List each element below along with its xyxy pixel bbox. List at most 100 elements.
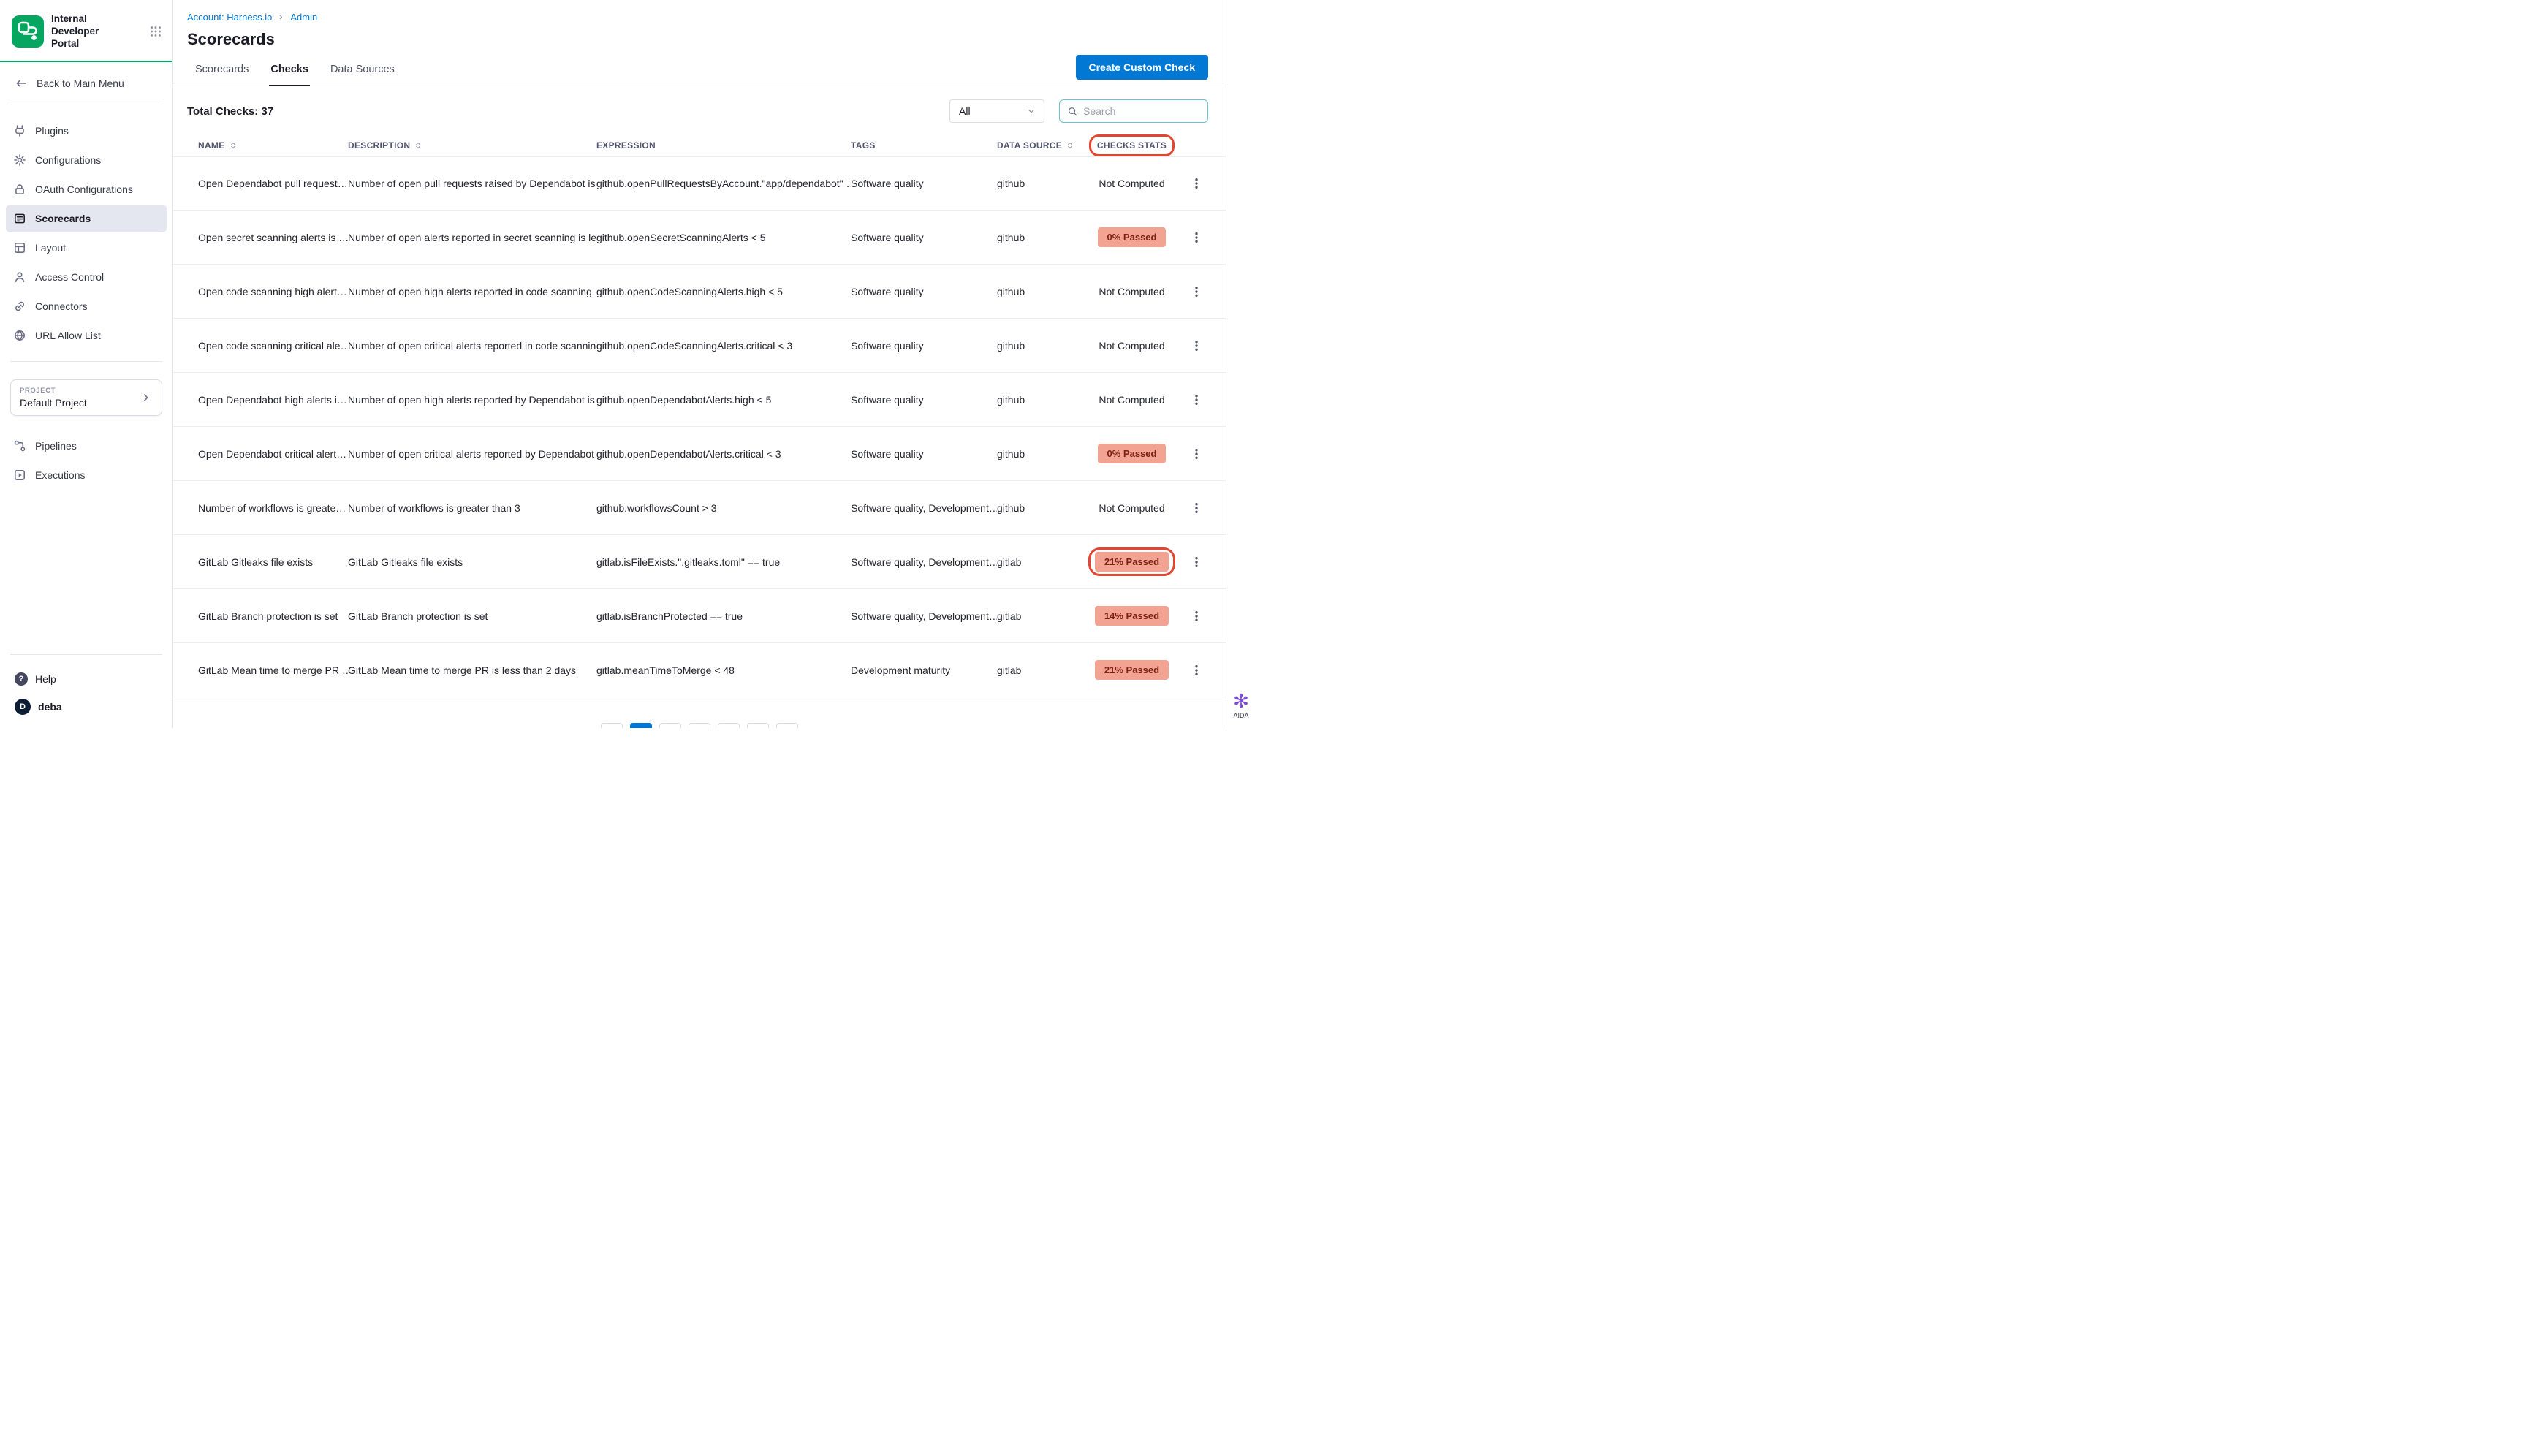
project-label: PROJECT bbox=[20, 387, 87, 395]
sort-icon[interactable] bbox=[229, 141, 238, 150]
check-description: Number of open high alerts reported in c… bbox=[348, 286, 596, 297]
divider bbox=[10, 654, 162, 655]
table-row[interactable]: Number of workflows is greate… Number of… bbox=[173, 481, 1226, 535]
aida-button[interactable]: ✻ AIDA bbox=[1225, 691, 1257, 719]
check-name: GitLab Mean time to merge PR … bbox=[198, 664, 348, 676]
kebab-menu-icon[interactable] bbox=[1187, 390, 1206, 409]
kebab-menu-icon[interactable] bbox=[1187, 661, 1206, 680]
column-header-data-source[interactable]: DATA SOURCE bbox=[997, 140, 1082, 151]
kebab-menu-icon[interactable] bbox=[1187, 607, 1206, 626]
table-row[interactable]: Open Dependabot high alerts i… Number of… bbox=[173, 373, 1226, 427]
chevron-right-icon bbox=[277, 13, 285, 21]
sidebar-item-connectors[interactable]: Connectors bbox=[6, 292, 167, 320]
checks-table: Open Dependabot pull request… Number of … bbox=[173, 156, 1226, 697]
sidebar-item-scorecards[interactable]: Scorecards bbox=[6, 205, 167, 232]
breadcrumb-admin-link[interactable]: Admin bbox=[290, 12, 317, 23]
check-stats-badge: Not Computed bbox=[1099, 286, 1164, 297]
kebab-menu-icon[interactable] bbox=[1187, 174, 1206, 193]
column-header-checks-stats[interactable]: CHECKS STATS bbox=[1082, 140, 1181, 151]
back-to-main-menu[interactable]: Back to Main Menu bbox=[0, 62, 172, 93]
app-root: Internal Developer Portal Back to Main M… bbox=[0, 0, 1263, 728]
pagination[interactable] bbox=[601, 723, 798, 728]
check-name: Number of workflows is greate… bbox=[198, 502, 348, 514]
column-header-tags[interactable]: TAGS bbox=[851, 140, 997, 151]
kebab-menu-icon[interactable] bbox=[1187, 553, 1206, 572]
table-row[interactable]: Open code scanning critical ale… Number … bbox=[173, 319, 1226, 373]
filter-value: All bbox=[959, 105, 971, 117]
breadcrumb-account-link[interactable]: Account: Harness.io bbox=[187, 12, 272, 23]
table-row[interactable]: GitLab Mean time to merge PR … GitLab Me… bbox=[173, 643, 1226, 697]
table-row[interactable]: Open Dependabot critical alert… Number o… bbox=[173, 427, 1226, 481]
check-description: GitLab Branch protection is set bbox=[348, 610, 596, 622]
check-name: Open code scanning high alert… bbox=[198, 286, 348, 297]
check-expression: github.workflowsCount > 3 bbox=[596, 502, 851, 514]
check-tags: Development maturity bbox=[851, 664, 997, 676]
check-expression: gitlab.meanTimeToMerge < 48 bbox=[596, 664, 851, 676]
sidebar-item-url-allow-list[interactable]: URL Allow List bbox=[6, 322, 167, 349]
sidebar-item-access-control[interactable]: Access Control bbox=[6, 263, 167, 291]
check-stats-badge: Not Computed bbox=[1099, 502, 1164, 514]
column-header-name[interactable]: NAME bbox=[198, 140, 348, 151]
table-row[interactable]: Open Dependabot pull request… Number of … bbox=[173, 156, 1226, 211]
table-row[interactable]: Open secret scanning alerts is … Number … bbox=[173, 211, 1226, 265]
aida-label: AIDA bbox=[1225, 712, 1257, 719]
sidebar-item-pipelines[interactable]: Pipelines bbox=[6, 432, 167, 460]
tab-data-sources[interactable]: Data Sources bbox=[329, 53, 396, 86]
pagination-page[interactable] bbox=[689, 723, 710, 728]
sidebar-item-plugins[interactable]: Plugins bbox=[6, 117, 167, 145]
column-header-expression[interactable]: EXPRESSION bbox=[596, 140, 851, 151]
url-allow-list-icon bbox=[13, 329, 26, 342]
connectors-icon bbox=[13, 300, 26, 313]
apps-grid-icon[interactable] bbox=[149, 25, 162, 38]
sort-icon[interactable] bbox=[414, 141, 422, 150]
column-header-description[interactable]: DESCRIPTION bbox=[348, 140, 596, 151]
check-stats-badge: Not Computed bbox=[1099, 178, 1164, 189]
check-tags: Software quality, Development… bbox=[851, 502, 997, 514]
check-data-source: github bbox=[997, 178, 1082, 189]
pagination-next[interactable] bbox=[776, 723, 798, 728]
check-stats-badge: 0% Passed bbox=[1098, 227, 1167, 247]
tab-scorecards[interactable]: Scorecards bbox=[194, 53, 250, 86]
sort-icon[interactable] bbox=[1066, 141, 1074, 150]
sidebar-item-oauth-configurations[interactable]: OAuth Configurations bbox=[6, 175, 167, 203]
idp-logo-icon bbox=[12, 15, 44, 48]
kebab-menu-icon[interactable] bbox=[1187, 282, 1206, 301]
check-tags: Software quality bbox=[851, 340, 997, 352]
check-description: Number of open critical alerts reported … bbox=[348, 448, 596, 460]
search-input[interactable] bbox=[1083, 105, 1193, 117]
logo-row: Internal Developer Portal bbox=[0, 0, 172, 61]
kebab-menu-icon[interactable] bbox=[1187, 336, 1206, 355]
pagination-page[interactable] bbox=[718, 723, 740, 728]
user-menu[interactable]: D deba bbox=[0, 691, 172, 719]
sidebar-item-layout[interactable]: Layout bbox=[6, 234, 167, 262]
project-selector[interactable]: PROJECT Default Project bbox=[10, 379, 162, 416]
check-name: Open code scanning critical ale… bbox=[198, 340, 348, 352]
pagination-page[interactable] bbox=[747, 723, 769, 728]
table-row[interactable]: GitLab Gitleaks file exists GitLab Gitle… bbox=[173, 535, 1226, 589]
pagination-page-current[interactable] bbox=[630, 723, 652, 728]
admin-nav: Plugins Configurations OAuth Configurati… bbox=[0, 117, 172, 349]
help-icon: ? bbox=[15, 672, 28, 686]
kebab-menu-icon[interactable] bbox=[1187, 228, 1206, 247]
kebab-menu-icon[interactable] bbox=[1187, 498, 1206, 517]
tab-checks[interactable]: Checks bbox=[269, 53, 310, 86]
configurations-icon bbox=[13, 153, 26, 167]
executions-icon bbox=[13, 469, 26, 482]
create-custom-check-button[interactable]: Create Custom Check bbox=[1076, 55, 1209, 80]
check-data-source: github bbox=[997, 340, 1082, 352]
sidebar-item-configurations[interactable]: Configurations bbox=[6, 146, 167, 174]
table-row[interactable]: Open code scanning high alert… Number of… bbox=[173, 265, 1226, 319]
check-expression: github.openCodeScanningAlerts.critical <… bbox=[596, 340, 851, 352]
help-button[interactable]: ? Help bbox=[0, 667, 172, 691]
pagination-page[interactable] bbox=[659, 723, 681, 728]
check-name: GitLab Gitleaks file exists bbox=[198, 556, 348, 568]
table-row[interactable]: GitLab Branch protection is set GitLab B… bbox=[173, 589, 1226, 643]
check-expression: github.openPullRequestsByAccount."app/de… bbox=[596, 178, 851, 189]
check-stats-badge: 21% Passed bbox=[1095, 552, 1169, 572]
filter-dropdown[interactable]: All bbox=[949, 99, 1044, 123]
kebab-menu-icon[interactable] bbox=[1187, 444, 1206, 463]
search-box[interactable] bbox=[1059, 99, 1208, 123]
pagination-prev[interactable] bbox=[601, 723, 623, 728]
oauth-icon bbox=[13, 183, 26, 196]
sidebar-item-executions[interactable]: Executions bbox=[6, 461, 167, 489]
